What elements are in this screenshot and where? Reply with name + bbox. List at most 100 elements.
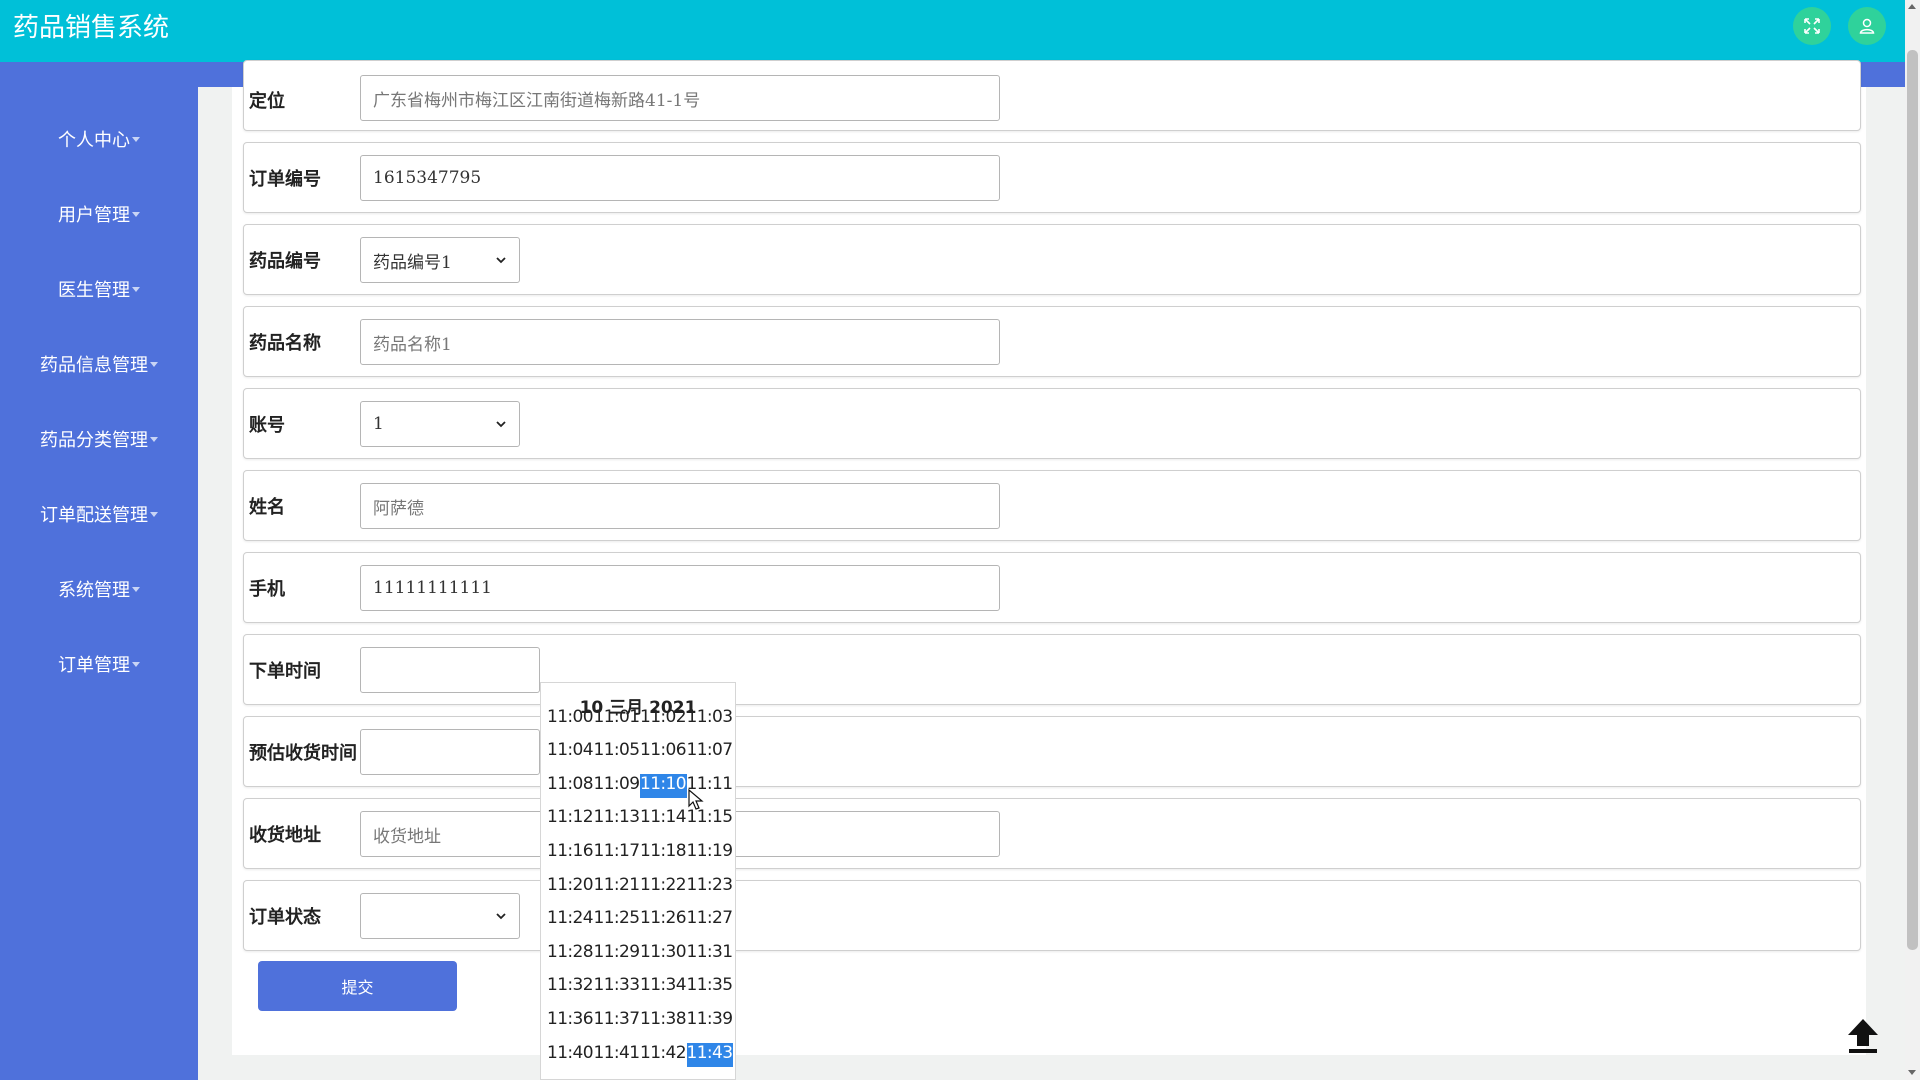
time-option[interactable]: 11:27 bbox=[687, 908, 734, 932]
time-option[interactable]: 11:06 bbox=[640, 740, 687, 764]
back-to-top-icon[interactable] bbox=[1844, 1015, 1882, 1057]
sidebar-item-personal-center[interactable]: 个人中心 bbox=[0, 126, 198, 156]
drug-no-select[interactable]: 药品编号1 bbox=[360, 237, 520, 283]
scroll-up-arrow-icon[interactable] bbox=[1908, 4, 1916, 9]
sidebar-item-order-management[interactable]: 订单管理 bbox=[0, 651, 198, 681]
order-no-input[interactable]: 1615347795 bbox=[360, 155, 1000, 201]
time-option[interactable]: 11:22 bbox=[640, 875, 687, 899]
time-option[interactable]: 11:33 bbox=[594, 975, 641, 999]
time-option[interactable]: 11:25 bbox=[594, 908, 641, 932]
time-option[interactable]: 11:41 bbox=[594, 1043, 641, 1067]
sidebar-item-drug-category-management[interactable]: 药品分类管理 bbox=[0, 426, 198, 456]
time-option[interactable]: 11:01 bbox=[594, 707, 641, 731]
sidebar-item-drug-info-management[interactable]: 药品信息管理 bbox=[0, 351, 198, 381]
caret-down-icon bbox=[132, 586, 140, 592]
caret-down-icon bbox=[150, 511, 158, 517]
field-label: 手机 bbox=[249, 578, 285, 600]
time-option[interactable]: 11:28 bbox=[547, 942, 594, 966]
fullscreen-icon[interactable] bbox=[1793, 7, 1831, 45]
page-scrollbar[interactable] bbox=[1905, 0, 1920, 1080]
time-option[interactable]: 11:02 bbox=[640, 707, 687, 731]
sidebar-item-user-management[interactable]: 用户管理 bbox=[0, 201, 198, 231]
time-option[interactable]: 11:36 bbox=[547, 1009, 594, 1033]
field-label: 订单编号 bbox=[249, 168, 321, 190]
caret-down-icon bbox=[150, 361, 158, 367]
order-time-input[interactable] bbox=[360, 647, 540, 693]
sidebar-item-doctor-management[interactable]: 医生管理 bbox=[0, 276, 198, 306]
time-option[interactable]: 11:31 bbox=[687, 942, 734, 966]
time-option[interactable]: 11:08 bbox=[547, 774, 594, 798]
time-option[interactable]: 11:42 bbox=[640, 1043, 687, 1067]
sidebar-item-system-management[interactable]: 系统管理 bbox=[0, 576, 198, 606]
time-option[interactable]: 11:40 bbox=[547, 1043, 594, 1067]
picker-time-row: 11:32 11:33 11:34 11:35 bbox=[547, 975, 733, 999]
time-option[interactable]: 11:32 bbox=[547, 975, 594, 999]
field-label: 药品编号 bbox=[249, 250, 321, 272]
picker-time-row: 11:36 11:37 11:38 11:39 bbox=[547, 1009, 733, 1033]
location-input[interactable]: 广东省梅州市梅江区江南街道梅新路41-1号 bbox=[360, 75, 1000, 121]
sidebar: 个人中心 用户管理 医生管理 药品信息管理 药品分类管理 订单配送管理 系统管理… bbox=[0, 87, 198, 1080]
form-row-order-time: 下单时间 bbox=[243, 634, 1861, 705]
form-row-status: 订单状态 bbox=[243, 880, 1861, 951]
time-option[interactable]: 11:03 bbox=[687, 707, 734, 731]
form-row-name: 姓名 阿萨德 bbox=[243, 470, 1861, 541]
status-select[interactable] bbox=[360, 893, 520, 939]
time-option[interactable]: 11:17 bbox=[594, 841, 641, 865]
picker-time-row: 11:40 11:41 11:42 11:43 bbox=[547, 1043, 733, 1067]
mouse-cursor-icon bbox=[688, 789, 704, 810]
sidebar-item-delivery-management[interactable]: 订单配送管理 bbox=[0, 501, 198, 531]
time-option[interactable]: 11:34 bbox=[640, 975, 687, 999]
time-option[interactable]: 11:05 bbox=[594, 740, 641, 764]
caret-down-icon bbox=[132, 286, 140, 292]
picker-time-row: 11:04 11:05 11:06 11:07 bbox=[547, 740, 733, 764]
time-option[interactable]: 11:19 bbox=[687, 841, 734, 865]
field-label: 账号 bbox=[249, 414, 285, 436]
form-row-account: 账号 1 bbox=[243, 388, 1861, 459]
form-row-address: 收货地址 收货地址 bbox=[243, 798, 1861, 869]
time-option[interactable]: 11:04 bbox=[547, 740, 594, 764]
name-input[interactable]: 阿萨德 bbox=[360, 483, 1000, 529]
time-option[interactable]: 11:00 bbox=[547, 707, 594, 731]
time-option[interactable]: 11:30 bbox=[640, 942, 687, 966]
phone-input[interactable]: 11111111111 bbox=[360, 565, 1000, 611]
time-option[interactable]: 11:26 bbox=[640, 908, 687, 932]
drug-name-input[interactable]: 药品名称1 bbox=[360, 319, 1000, 365]
form-row-location: 定位 广东省梅州市梅江区江南街道梅新路41-1号 bbox=[243, 60, 1861, 131]
eta-input[interactable] bbox=[360, 729, 540, 775]
picker-time-row: 11:00 11:01 11:02 11:03 bbox=[547, 707, 733, 731]
time-option[interactable]: 11:38 bbox=[640, 1009, 687, 1033]
time-option[interactable]: 11:12 bbox=[547, 807, 594, 831]
account-select[interactable]: 1 bbox=[360, 401, 520, 447]
top-header: 药品销售系统 bbox=[0, 0, 1905, 62]
scroll-down-arrow-icon[interactable] bbox=[1908, 1070, 1916, 1075]
time-option[interactable]: 11:43 bbox=[686, 1043, 733, 1067]
time-option[interactable]: 11:39 bbox=[687, 1009, 734, 1033]
field-label: 收货地址 bbox=[249, 824, 321, 846]
field-label: 药品名称 bbox=[249, 332, 321, 354]
user-icon[interactable] bbox=[1848, 7, 1886, 45]
time-option[interactable]: 11:37 bbox=[594, 1009, 641, 1033]
time-option[interactable]: 11:21 bbox=[594, 875, 641, 899]
field-label: 预估收货时间 bbox=[249, 742, 357, 764]
caret-down-icon bbox=[132, 661, 140, 667]
time-option[interactable]: 11:20 bbox=[547, 875, 594, 899]
field-label: 下单时间 bbox=[249, 660, 321, 682]
time-option[interactable]: 11:24 bbox=[547, 908, 594, 932]
submit-button[interactable]: 提交 bbox=[258, 961, 457, 1011]
caret-down-icon bbox=[150, 436, 158, 442]
time-option[interactable]: 11:35 bbox=[687, 975, 734, 999]
time-option[interactable]: 11:16 bbox=[547, 841, 594, 865]
time-option[interactable]: 11:13 bbox=[594, 807, 641, 831]
time-option[interactable]: 11:29 bbox=[594, 942, 641, 966]
time-option[interactable]: 11:07 bbox=[687, 740, 734, 764]
scrollbar-thumb[interactable] bbox=[1907, 50, 1918, 950]
time-option[interactable]: 11:09 bbox=[594, 774, 641, 798]
form-row-drug-name: 药品名称 药品名称1 bbox=[243, 306, 1861, 377]
chevron-down-icon bbox=[496, 257, 506, 264]
picker-time-row: 11:24 11:25 11:26 11:27 bbox=[547, 908, 733, 932]
time-option[interactable]: 11:14 bbox=[640, 807, 687, 831]
time-option[interactable]: 11:23 bbox=[687, 875, 734, 899]
time-option[interactable]: 11:10 bbox=[640, 774, 687, 798]
picker-time-row: 11:28 11:29 11:30 11:31 bbox=[547, 942, 733, 966]
time-option[interactable]: 11:18 bbox=[640, 841, 687, 865]
